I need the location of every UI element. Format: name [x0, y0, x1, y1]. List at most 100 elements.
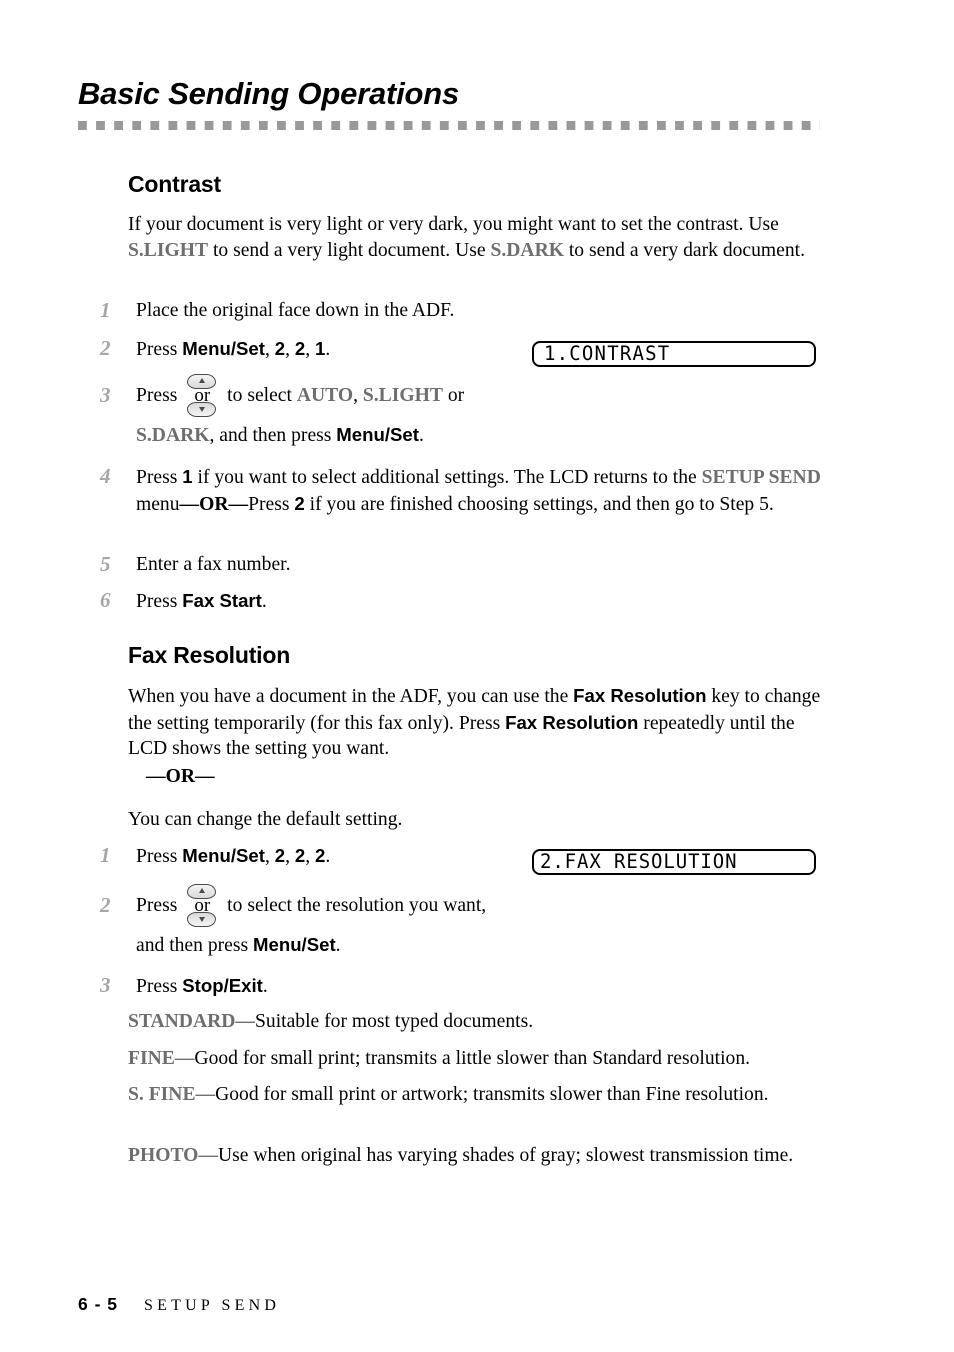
or-emphasis: OR [199, 493, 229, 515]
key-fax-resolution: Fax Resolution [573, 685, 707, 706]
key-digit: 2 [294, 845, 306, 866]
step-text: Place the original face down in the ADF. [136, 300, 455, 321]
step-text: Enter a fax number. [136, 554, 291, 575]
key-menu-set: Menu/Set [182, 845, 265, 866]
step-press-word: Press [136, 846, 183, 867]
fax-resolution-intro-paragraph: When you have a document in the ADF, you… [128, 683, 822, 762]
step-number: 2 [100, 893, 111, 917]
step-text-line2: S.DARK, and then press Menu/Set. [136, 422, 822, 449]
step-press-word: Press [136, 591, 183, 612]
page-footer: 6 - 5 SETUP SEND [78, 1294, 280, 1315]
separator: , [264, 846, 275, 867]
step-text-or: or [442, 385, 465, 406]
definition-item: PHOTO—Use when original has varying shad… [128, 1143, 824, 1169]
up-down-key-icon: or [184, 374, 220, 417]
separator: , [285, 339, 295, 360]
key-digit: 2 [294, 338, 306, 359]
step-number: 6 [100, 588, 111, 612]
period: . [262, 976, 268, 997]
em-dash: — [179, 493, 200, 515]
separator: , [305, 846, 316, 867]
lcd-display-text: 2.FAX RESOLUTION [540, 850, 738, 874]
key-digit: 1 [182, 466, 193, 487]
definition-dash: — [174, 1048, 195, 1069]
definition-term: S. FINE [128, 1084, 196, 1105]
step-number: 3 [100, 383, 111, 407]
definition-dash: — [195, 1084, 216, 1105]
key-fax-start: Fax Start [182, 590, 262, 611]
up-arrow-icon [199, 888, 206, 893]
page-title: Basic Sending Operations [78, 76, 460, 111]
definition-term: PHOTO [128, 1145, 199, 1166]
running-head: SETUP SEND [144, 1297, 281, 1314]
definition-dash: — [235, 1011, 256, 1032]
period: . [261, 591, 267, 612]
em-dash: — [228, 493, 249, 515]
contrast-intro-text-2: to send a very light document. Use [208, 239, 491, 261]
step-text-mid: to select [222, 385, 297, 406]
step-text-tail: if you are finished choosing settings, a… [304, 493, 774, 515]
separator: , [353, 385, 363, 406]
key-digit: 2 [274, 845, 286, 866]
contrast-intro-text-1: If your document is very light or very d… [128, 214, 779, 235]
definition-term: STANDARD [128, 1011, 236, 1032]
definition-item: S. FINE—Good for small print or artwork;… [128, 1082, 824, 1108]
lcd-term-auto: AUTO [296, 385, 354, 406]
step-press-word: Press [136, 385, 183, 406]
header-dashed-rule [78, 121, 820, 130]
intro-text-1: When you have a document in the ADF, you… [128, 686, 574, 707]
lcd-term-s-light: S.LIGHT [128, 239, 209, 261]
manual-page: Basic Sending Operations Contrast If you… [0, 0, 954, 1352]
step-text-menu: menu [136, 493, 180, 515]
key-stop-exit: Stop/Exit [182, 975, 263, 996]
period: . [325, 339, 331, 360]
up-arrow-icon [199, 378, 206, 383]
step-text-mid: to select the resolution you want, [222, 895, 487, 916]
step-number: 2 [100, 336, 111, 360]
lcd-term-s-light: S.LIGHT [362, 385, 443, 406]
lcd-term-s-dark: S.DARK [490, 239, 564, 261]
key-digit: 1 [315, 338, 326, 359]
key-digit: 2 [315, 845, 326, 866]
lcd-display-text: 1.CONTRAST [544, 342, 671, 366]
up-down-key-icon: or [184, 884, 220, 927]
section-heading-fax-resolution: Fax Resolution [128, 642, 291, 668]
definition-item: STANDARD—Suitable for most typed documen… [128, 1009, 824, 1035]
step-item: 6 Press Fax Start. [100, 588, 822, 615]
key-digit: 2 [274, 338, 286, 359]
period: . [418, 424, 424, 446]
step-text-mid2: , and then press [209, 424, 337, 446]
lcd-term-setup-send: SETUP SEND [701, 467, 821, 488]
step-item: 3 Press Stop/Exit. [100, 973, 822, 1000]
period: . [325, 846, 331, 867]
definition-description: Use when original has varying shades of … [218, 1145, 794, 1166]
period: . [335, 934, 341, 956]
step-item: 3 Press or to select AUTO, S.LIGHT or S.… [100, 374, 822, 449]
lcd-display-contrast: 1.CONTRAST [532, 341, 816, 367]
section-heading-contrast: Contrast [128, 171, 221, 197]
step-press-word: Press [136, 467, 183, 488]
step-press-word: Press [136, 339, 183, 360]
or-divider: —OR— [146, 766, 215, 787]
default-setting-paragraph: You can change the default setting. [128, 809, 403, 830]
lcd-display-fax-resolution: 2.FAX RESOLUTION [532, 849, 816, 875]
key-fax-resolution: Fax Resolution [505, 711, 639, 733]
step-text-mid: if you want to select additional setting… [192, 467, 702, 488]
definition-item: FINE—Good for small print; transmits a l… [128, 1046, 824, 1072]
page-number: 6 - 5 [78, 1294, 119, 1314]
step-item: 5 Enter a fax number. [100, 552, 822, 578]
step-number: 3 [100, 973, 111, 997]
step-press-word: Press [136, 895, 183, 916]
definition-term: FINE [128, 1048, 175, 1069]
key-menu-set: Menu/Set [336, 423, 419, 445]
step-number: 4 [100, 464, 111, 488]
step-number: 1 [100, 298, 111, 322]
step-item: 4 Press 1 if you want to select addition… [100, 464, 822, 517]
key-menu-set: Menu/Set [182, 338, 265, 359]
step-number: 1 [100, 843, 111, 867]
separator: , [285, 846, 295, 867]
definition-description: Good for small print or artwork; transmi… [215, 1084, 769, 1105]
step-item: 1 Place the original face down in the AD… [100, 298, 822, 324]
step-number: 5 [100, 552, 111, 576]
separator: , [264, 339, 275, 360]
